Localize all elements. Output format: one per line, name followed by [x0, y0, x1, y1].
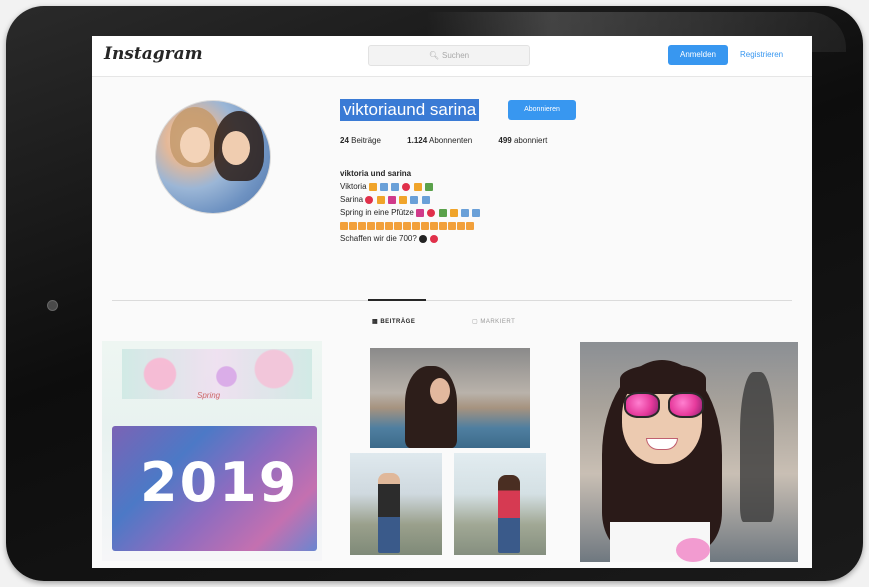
emoji-icon: [387, 195, 396, 204]
emoji-icon: [472, 208, 481, 217]
bio-line-4: [340, 219, 481, 232]
post-person: [405, 366, 457, 448]
emoji-icon: [461, 208, 469, 217]
post-person: [498, 475, 520, 553]
black-heart-emoji-icon: [419, 234, 428, 243]
bio-line-1-text: Viktoria: [340, 182, 367, 191]
emoji-icon: [367, 221, 375, 230]
heart-emoji-icon: [427, 208, 436, 217]
tablet-frame: Instagram 🔍︎ Suchen Anmelden Registrieren…: [6, 6, 863, 581]
emoji-icon: [410, 195, 419, 204]
post-background-person: [740, 372, 774, 522]
post-year-text: 2019: [140, 451, 299, 514]
followers-count: 1.124: [407, 136, 428, 145]
screen: Instagram 🔍︎ Suchen Anmelden Registrieren…: [92, 36, 812, 568]
emoji-icon: [430, 221, 438, 230]
post-person-bangs: [620, 364, 706, 394]
post-thumbnail[interactable]: Spring 2019: [102, 341, 322, 561]
tab-posts-label: BEITRÄGE: [380, 319, 416, 325]
post-thumbnail[interactable]: [370, 348, 530, 448]
emoji-icon: [399, 195, 408, 204]
emoji-icon: [421, 221, 429, 230]
post-person-face: [430, 378, 450, 404]
tab-tagged[interactable]: ▢ MARKIERT: [472, 318, 515, 325]
following-count: 499: [498, 136, 512, 145]
avatar-face-right: [222, 131, 250, 165]
top-navigation-bar: Instagram 🔍︎ Suchen Anmelden Registrieren: [92, 36, 812, 77]
emoji-icon: [416, 208, 425, 217]
heart-emoji-icon: [365, 195, 374, 204]
home-button[interactable]: [47, 300, 58, 311]
sunglasses-icon: [624, 392, 660, 418]
bio-line-3-text: Spring in eine Pfütze: [340, 208, 414, 217]
tab-posts[interactable]: ▦ BEITRÄGE: [372, 318, 415, 325]
post-person: [378, 473, 400, 553]
followers-stat[interactable]: 1.124 Abonnenten: [407, 136, 472, 145]
emoji-icon: [376, 221, 384, 230]
emoji-icon: [394, 221, 402, 230]
profile-username: viktoriaund sarina: [340, 99, 480, 121]
sunglasses-icon: [668, 392, 704, 418]
search-placeholder: Suchen: [442, 51, 470, 60]
bio-line-2-text: Sarina: [340, 195, 364, 204]
tab-tagged-label: MARKIERT: [480, 319, 516, 325]
emoji-icon: [349, 221, 357, 230]
follow-button[interactable]: Abonnieren: [508, 100, 576, 120]
post-thumbnail[interactable]: [454, 453, 546, 555]
post-thumbnail[interactable]: [350, 453, 442, 555]
bio-name: viktoria und sarina: [340, 169, 412, 178]
signup-link[interactable]: Registrieren: [740, 45, 783, 65]
bio-line-5-text: Schaffen wir die 700?: [340, 234, 417, 243]
post-thumbnail[interactable]: [580, 342, 798, 562]
bio-line-5: Schaffen wir die 700?: [340, 232, 481, 245]
login-button[interactable]: Anmelden: [668, 45, 728, 65]
emoji-icon: [403, 221, 411, 230]
bio-line-1: Viktoria: [340, 180, 481, 193]
post-pink-object: [676, 538, 710, 562]
profile-avatar[interactable]: [155, 100, 271, 214]
emoji-icon: [439, 221, 447, 230]
heart-emoji-icon: [430, 234, 439, 243]
emoji-icon: [457, 221, 465, 230]
emoji-icon: [358, 221, 366, 230]
followers-label: Abonnenten: [428, 136, 473, 145]
emoji-icon: [340, 221, 348, 230]
emoji-icon: [449, 208, 458, 217]
instagram-logo[interactable]: Instagram: [104, 44, 203, 64]
emoji-icon: [380, 182, 388, 191]
profile-stats: 24 Beiträge 1.124 Abonnenten 499 abonnie…: [340, 136, 571, 145]
search-icon: 🔍︎: [428, 51, 439, 60]
posts-label: Beiträge: [351, 136, 381, 145]
profile-divider: [112, 300, 792, 301]
emoji-icon: [412, 221, 420, 230]
search-input[interactable]: 🔍︎ Suchen: [368, 45, 530, 66]
post-banner-text: Spring: [197, 391, 221, 400]
heart-emoji-icon: [402, 182, 411, 191]
emoji-icon: [424, 182, 433, 191]
bio-line-2: Sarina: [340, 193, 481, 206]
following-stat[interactable]: 499 abonniert: [498, 136, 547, 145]
bio-line-3: Spring in eine Pfütze: [340, 206, 481, 219]
profile-bio: viktoria und sarina Viktoria Sarina Spri…: [340, 167, 481, 245]
emoji-icon: [466, 221, 474, 230]
posts-stat: 24 Beiträge: [340, 136, 381, 145]
emoji-icon: [391, 182, 400, 191]
active-tab-indicator: [368, 299, 426, 301]
emoji-icon: [376, 195, 385, 204]
emoji-icon: [421, 195, 430, 204]
emoji-icon: [413, 182, 422, 191]
posts-count: 24: [340, 136, 349, 145]
following-label: abonniert: [513, 136, 548, 145]
emoji-icon: [385, 221, 393, 230]
avatar-face-left: [180, 127, 210, 163]
emoji-icon: [448, 221, 456, 230]
emoji-icon: [438, 208, 447, 217]
emoji-icon: [368, 182, 377, 191]
